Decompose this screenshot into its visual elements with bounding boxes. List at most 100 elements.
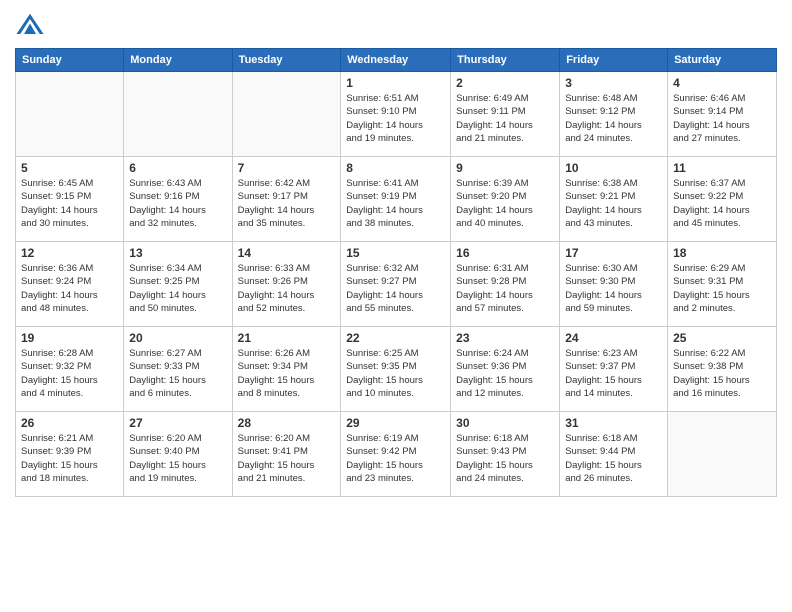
page: SundayMondayTuesdayWednesdayThursdayFrid… (0, 0, 792, 612)
day-info: Sunrise: 6:31 AM Sunset: 9:28 PM Dayligh… (456, 262, 554, 315)
day-cell: 23Sunrise: 6:24 AM Sunset: 9:36 PM Dayli… (451, 327, 560, 412)
day-number: 25 (673, 331, 771, 345)
day-info: Sunrise: 6:37 AM Sunset: 9:22 PM Dayligh… (673, 177, 771, 230)
day-number: 10 (565, 161, 662, 175)
day-number: 26 (21, 416, 118, 430)
day-cell: 11 Sunrise: 6:37 AM Sunset: 9:22 PM Dayli… (668, 157, 777, 242)
day-info: Sunrise: 6:28 AM Sunset: 9:32 PM Dayligh… (21, 347, 118, 400)
day-info: Sunrise: 6:38 AM Sunset: 9:21 PM Dayligh… (565, 177, 662, 230)
header-cell-thursday: Thursday (451, 49, 560, 72)
day-cell (124, 72, 232, 157)
day-number: 9 (456, 161, 554, 175)
header-cell-friday: Friday (560, 49, 668, 72)
day-info: Sunrise: 6:26 AM Sunset: 9:34 PM Dayligh… (238, 347, 336, 400)
day-info: Sunrise: 6:27 AM Sunset: 9:33 PM Dayligh… (129, 347, 226, 400)
header-cell-wednesday: Wednesday (341, 49, 451, 72)
day-number: 31 (565, 416, 662, 430)
day-number: 23 (456, 331, 554, 345)
day-cell: 29 Sunrise: 6:19 AM Sunset: 9:42 PM Dayli… (341, 412, 451, 497)
day-number: 2 (456, 76, 554, 90)
day-cell: 1Sunrise: 6:51 AM Sunset: 9:10 PM Daylig… (341, 72, 451, 157)
day-cell: 14Sunrise: 6:33 AM Sunset: 9:26 PM Dayli… (232, 242, 341, 327)
day-info: Sunrise: 6:39 AM Sunset: 9:20 PM Dayligh… (456, 177, 554, 230)
day-cell: 25 Sunrise: 6:22 AM Sunset: 9:38 PM Dayli… (668, 327, 777, 412)
header-cell-sunday: Sunday (16, 49, 124, 72)
day-number: 30 (456, 416, 554, 430)
day-cell: 15 Sunrise: 6:32 AM Sunset: 9:27 PM Dayli… (341, 242, 451, 327)
day-cell: 31Sunrise: 6:18 AM Sunset: 9:44 PM Dayli… (560, 412, 668, 497)
day-info: Sunrise: 6:33 AM Sunset: 9:26 PM Dayligh… (238, 262, 336, 315)
day-cell: 10 Sunrise: 6:38 AM Sunset: 9:21 PM Dayli… (560, 157, 668, 242)
logo (15, 10, 49, 40)
week-row-1: 5 Sunrise: 6:45 AM Sunset: 9:15 PM Daylig… (16, 157, 777, 242)
day-number: 11 (673, 161, 771, 175)
day-info: Sunrise: 6:34 AM Sunset: 9:25 PM Dayligh… (129, 262, 226, 315)
header (15, 10, 777, 40)
day-number: 6 (129, 161, 226, 175)
day-cell: 24Sunrise: 6:23 AM Sunset: 9:37 PM Dayli… (560, 327, 668, 412)
day-cell: 18 Sunrise: 6:29 AM Sunset: 9:31 PM Dayli… (668, 242, 777, 327)
day-info: Sunrise: 6:21 AM Sunset: 9:39 PM Dayligh… (21, 432, 118, 485)
day-info: Sunrise: 6:51 AM Sunset: 9:10 PM Dayligh… (346, 92, 445, 145)
day-number: 22 (346, 331, 445, 345)
day-info: Sunrise: 6:25 AM Sunset: 9:35 PM Dayligh… (346, 347, 445, 400)
header-cell-tuesday: Tuesday (232, 49, 341, 72)
day-cell: 19 Sunrise: 6:28 AM Sunset: 9:32 PM Dayli… (16, 327, 124, 412)
day-info: Sunrise: 6:42 AM Sunset: 9:17 PM Dayligh… (238, 177, 336, 230)
day-cell: 4 Sunrise: 6:46 AM Sunset: 9:14 PM Daylig… (668, 72, 777, 157)
day-cell (232, 72, 341, 157)
day-info: Sunrise: 6:32 AM Sunset: 9:27 PM Dayligh… (346, 262, 445, 315)
calendar-body: 1Sunrise: 6:51 AM Sunset: 9:10 PM Daylig… (16, 72, 777, 497)
day-cell (16, 72, 124, 157)
day-info: Sunrise: 6:20 AM Sunset: 9:41 PM Dayligh… (238, 432, 336, 485)
day-info: Sunrise: 6:41 AM Sunset: 9:19 PM Dayligh… (346, 177, 445, 230)
day-number: 15 (346, 246, 445, 260)
day-cell: 22 Sunrise: 6:25 AM Sunset: 9:35 PM Dayli… (341, 327, 451, 412)
calendar-header: SundayMondayTuesdayWednesdayThursdayFrid… (16, 49, 777, 72)
day-cell: 5 Sunrise: 6:45 AM Sunset: 9:15 PM Daylig… (16, 157, 124, 242)
day-info: Sunrise: 6:46 AM Sunset: 9:14 PM Dayligh… (673, 92, 771, 145)
week-row-0: 1Sunrise: 6:51 AM Sunset: 9:10 PM Daylig… (16, 72, 777, 157)
day-number: 16 (456, 246, 554, 260)
day-info: Sunrise: 6:48 AM Sunset: 9:12 PM Dayligh… (565, 92, 662, 145)
day-info: Sunrise: 6:36 AM Sunset: 9:24 PM Dayligh… (21, 262, 118, 315)
week-row-4: 26 Sunrise: 6:21 AM Sunset: 9:39 PM Dayli… (16, 412, 777, 497)
day-info: Sunrise: 6:22 AM Sunset: 9:38 PM Dayligh… (673, 347, 771, 400)
day-number: 5 (21, 161, 118, 175)
day-info: Sunrise: 6:29 AM Sunset: 9:31 PM Dayligh… (673, 262, 771, 315)
day-cell: 9 Sunrise: 6:39 AM Sunset: 9:20 PM Daylig… (451, 157, 560, 242)
day-cell: 7 Sunrise: 6:42 AM Sunset: 9:17 PM Daylig… (232, 157, 341, 242)
calendar-table: SundayMondayTuesdayWednesdayThursdayFrid… (15, 48, 777, 497)
day-cell: 17Sunrise: 6:30 AM Sunset: 9:30 PM Dayli… (560, 242, 668, 327)
day-cell (668, 412, 777, 497)
day-number: 4 (673, 76, 771, 90)
day-number: 17 (565, 246, 662, 260)
day-cell: 6Sunrise: 6:43 AM Sunset: 9:16 PM Daylig… (124, 157, 232, 242)
day-cell: 8Sunrise: 6:41 AM Sunset: 9:19 PM Daylig… (341, 157, 451, 242)
day-cell: 28 Sunrise: 6:20 AM Sunset: 9:41 PM Dayli… (232, 412, 341, 497)
day-info: Sunrise: 6:19 AM Sunset: 9:42 PM Dayligh… (346, 432, 445, 485)
day-number: 29 (346, 416, 445, 430)
day-cell: 27Sunrise: 6:20 AM Sunset: 9:40 PM Dayli… (124, 412, 232, 497)
header-row: SundayMondayTuesdayWednesdayThursdayFrid… (16, 49, 777, 72)
week-row-2: 12 Sunrise: 6:36 AM Sunset: 9:24 PM Dayli… (16, 242, 777, 327)
day-info: Sunrise: 6:20 AM Sunset: 9:40 PM Dayligh… (129, 432, 226, 485)
day-number: 18 (673, 246, 771, 260)
day-cell: 20Sunrise: 6:27 AM Sunset: 9:33 PM Dayli… (124, 327, 232, 412)
day-number: 24 (565, 331, 662, 345)
day-number: 7 (238, 161, 336, 175)
week-row-3: 19 Sunrise: 6:28 AM Sunset: 9:32 PM Dayli… (16, 327, 777, 412)
day-number: 28 (238, 416, 336, 430)
logo-icon (15, 10, 45, 40)
day-cell: 2Sunrise: 6:49 AM Sunset: 9:11 PM Daylig… (451, 72, 560, 157)
day-info: Sunrise: 6:45 AM Sunset: 9:15 PM Dayligh… (21, 177, 118, 230)
day-cell: 21 Sunrise: 6:26 AM Sunset: 9:34 PM Dayli… (232, 327, 341, 412)
day-number: 21 (238, 331, 336, 345)
day-number: 3 (565, 76, 662, 90)
day-number: 19 (21, 331, 118, 345)
day-number: 12 (21, 246, 118, 260)
day-cell: 26 Sunrise: 6:21 AM Sunset: 9:39 PM Dayli… (16, 412, 124, 497)
day-cell: 12 Sunrise: 6:36 AM Sunset: 9:24 PM Dayli… (16, 242, 124, 327)
header-cell-monday: Monday (124, 49, 232, 72)
day-info: Sunrise: 6:18 AM Sunset: 9:43 PM Dayligh… (456, 432, 554, 485)
